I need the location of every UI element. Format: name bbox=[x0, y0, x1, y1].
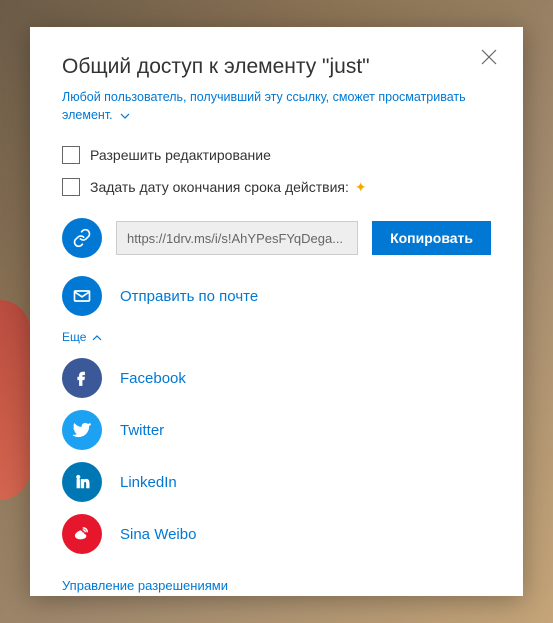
copy-button[interactable]: Копировать bbox=[372, 221, 491, 255]
allow-editing-label: Разрешить редактирование bbox=[90, 147, 271, 163]
premium-icon: ✦ bbox=[355, 179, 367, 196]
email-share-row[interactable]: Отправить по почте bbox=[62, 276, 491, 316]
link-row: Копировать bbox=[62, 218, 491, 258]
chevron-down-icon bbox=[120, 107, 130, 125]
link-icon bbox=[62, 218, 102, 258]
share-scope-dropdown[interactable]: Любой пользователь, получивший эту ссылк… bbox=[62, 89, 491, 124]
facebook-icon bbox=[62, 358, 102, 398]
more-toggle-label: Еще bbox=[62, 330, 86, 344]
allow-editing-row: Разрешить редактирование bbox=[62, 146, 491, 164]
facebook-label: Facebook bbox=[120, 370, 186, 387]
set-expiry-row: Задать дату окончания срока действия: ✦ bbox=[62, 178, 491, 196]
weibo-label: Sina Weibo bbox=[120, 526, 196, 543]
weibo-share-row[interactable]: Sina Weibo bbox=[62, 514, 491, 554]
twitter-icon bbox=[62, 410, 102, 450]
more-toggle[interactable]: Еще bbox=[62, 330, 102, 344]
share-link-input[interactable] bbox=[116, 221, 358, 255]
close-icon bbox=[481, 49, 497, 65]
share-dialog: Общий доступ к элементу "just" Любой пол… bbox=[30, 27, 523, 596]
dialog-title: Общий доступ к элементу "just" bbox=[62, 55, 491, 79]
facebook-share-row[interactable]: Facebook bbox=[62, 358, 491, 398]
manage-permissions-link[interactable]: Управление разрешениями bbox=[62, 578, 228, 593]
set-expiry-checkbox[interactable] bbox=[62, 178, 80, 196]
twitter-share-row[interactable]: Twitter bbox=[62, 410, 491, 450]
allow-editing-checkbox[interactable] bbox=[62, 146, 80, 164]
set-expiry-label: Задать дату окончания срока действия: bbox=[90, 179, 349, 195]
email-icon bbox=[62, 276, 102, 316]
chevron-up-icon bbox=[92, 330, 102, 344]
linkedin-label: LinkedIn bbox=[120, 474, 177, 491]
background-accent bbox=[0, 300, 30, 500]
linkedin-share-row[interactable]: LinkedIn bbox=[62, 462, 491, 502]
twitter-label: Twitter bbox=[120, 422, 164, 439]
email-share-label: Отправить по почте bbox=[120, 288, 258, 305]
linkedin-icon bbox=[62, 462, 102, 502]
close-button[interactable] bbox=[481, 49, 501, 69]
weibo-icon bbox=[62, 514, 102, 554]
